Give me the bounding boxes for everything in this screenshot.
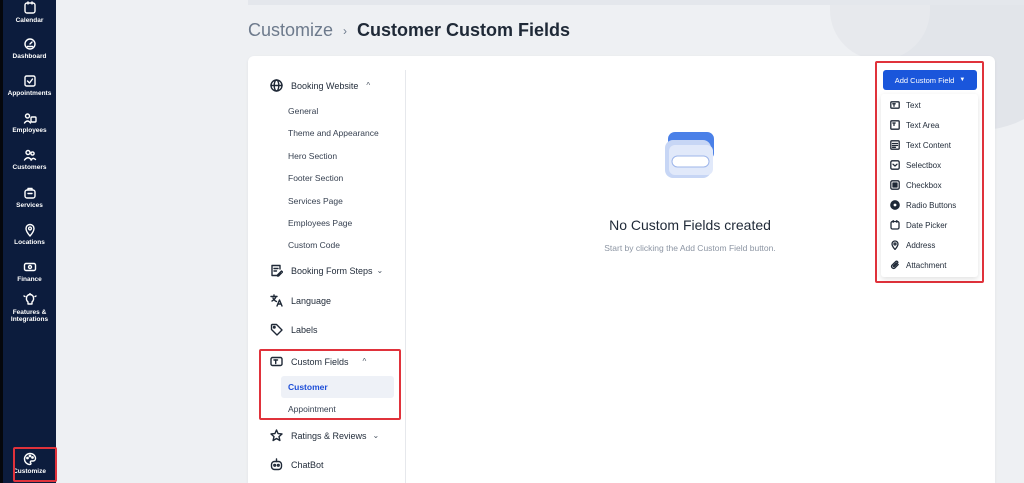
add-custom-field-button[interactable]: Add Custom Field ▼ bbox=[883, 70, 977, 90]
menu-item-label: Ratings & Reviews bbox=[291, 430, 367, 441]
selectbox-icon bbox=[890, 160, 900, 170]
field-type-label: Radio Buttons bbox=[906, 200, 957, 210]
date-picker-icon bbox=[890, 220, 900, 230]
address-pin-icon bbox=[891, 240, 899, 250]
menu-item-chatbot[interactable]: ChatBot bbox=[270, 458, 324, 471]
empty-state-subtitle: Start by clicking the Add Custom Field b… bbox=[604, 243, 776, 253]
sidebar-item-dashboard[interactable]: Dashboard bbox=[3, 37, 56, 60]
dashboard-icon bbox=[23, 38, 36, 50]
field-type-label: Date Picker bbox=[906, 220, 948, 230]
menu-item-ratings-reviews[interactable]: Ratings & Reviews ⌄ bbox=[270, 429, 379, 442]
sidebar-item-services[interactable]: Services bbox=[3, 186, 56, 209]
submenu-item-hero-section[interactable]: Hero Section bbox=[288, 151, 337, 161]
sidebar-item-label: Integrations bbox=[10, 316, 49, 323]
star-icon bbox=[270, 429, 283, 442]
chevron-down-icon: ⌄ bbox=[372, 431, 380, 440]
menu-item-label: ChatBot bbox=[291, 459, 324, 470]
page-title: Customer Custom Fields bbox=[357, 20, 571, 40]
text-content-icon bbox=[890, 140, 900, 150]
chevron-up-icon: ^ bbox=[366, 81, 371, 90]
empty-state-illustration bbox=[665, 132, 714, 178]
submenu-item-theme-appearance[interactable]: Theme and Appearance bbox=[288, 128, 379, 138]
tag-icon bbox=[270, 323, 283, 336]
customize-highlight-box bbox=[13, 447, 57, 482]
field-type-selectbox[interactable]: Selectbox bbox=[890, 160, 941, 170]
submenu-item-services-page[interactable]: Services Page bbox=[288, 196, 343, 206]
field-type-label: Text Area bbox=[906, 120, 940, 130]
features-icon bbox=[22, 293, 37, 305]
field-type-attachment[interactable]: Attachment bbox=[890, 260, 946, 270]
field-type-radio-buttons[interactable]: Radio Buttons bbox=[890, 200, 956, 210]
field-type-checkbox[interactable]: Checkbox bbox=[890, 180, 942, 190]
sidebar-item-label: Locations bbox=[14, 239, 45, 246]
menu-item-label: Booking Website bbox=[291, 80, 359, 91]
breadcrumb: Customize › Customer Custom Fields bbox=[248, 20, 570, 41]
field-type-label: Text bbox=[906, 100, 921, 110]
sidebar-item-appointments[interactable]: Appointments bbox=[3, 74, 56, 97]
sidebar-item-features-integrations[interactable]: Features & Integrations bbox=[3, 293, 56, 323]
chevron-down-icon: ⌄ bbox=[376, 266, 384, 275]
field-type-text-area[interactable]: Text Area bbox=[890, 120, 939, 130]
sidebar-item-label: Features & bbox=[12, 309, 47, 316]
sidebar-item-locations[interactable]: Locations bbox=[3, 223, 56, 246]
field-type-label: Checkbox bbox=[906, 180, 942, 190]
menu-divider bbox=[405, 70, 406, 483]
breadcrumb-parent[interactable]: Customize bbox=[248, 20, 333, 41]
sidebar-item-label: Employees bbox=[12, 127, 47, 134]
text-field-icon bbox=[890, 101, 900, 109]
sidebar-item-label: Customers bbox=[12, 164, 47, 171]
radio-icon bbox=[890, 200, 900, 210]
field-type-label: Text Content bbox=[906, 140, 951, 150]
custom-fields-highlight-box bbox=[259, 349, 401, 420]
attachment-icon bbox=[890, 260, 899, 270]
field-type-label: Attachment bbox=[906, 260, 947, 270]
sidebar-item-label: Finance bbox=[17, 276, 42, 283]
location-pin-icon bbox=[24, 223, 35, 237]
empty-state-title: No Custom Fields created bbox=[609, 217, 771, 233]
text-area-icon bbox=[890, 120, 900, 130]
sidebar: Calendar Dashboard Appointments Employee… bbox=[0, 0, 56, 483]
caret-down-icon: ▼ bbox=[959, 77, 966, 83]
field-type-label: Address bbox=[906, 240, 936, 250]
menu-item-booking-website[interactable]: Booking Website ^ bbox=[270, 79, 370, 92]
field-type-text-content[interactable]: Text Content bbox=[890, 140, 951, 150]
sidebar-item-label: Dashboard bbox=[12, 53, 47, 60]
submenu-item-custom-code[interactable]: Custom Code bbox=[288, 240, 340, 250]
sidebar-item-finance[interactable]: Finance bbox=[3, 260, 56, 283]
menu-item-labels[interactable]: Labels bbox=[270, 323, 318, 336]
employees-icon bbox=[23, 113, 37, 124]
sidebar-item-label: Services bbox=[16, 202, 43, 209]
breadcrumb-separator-icon: › bbox=[343, 23, 348, 38]
field-type-date-picker[interactable]: Date Picker bbox=[890, 220, 947, 230]
sidebar-item-employees[interactable]: Employees bbox=[3, 111, 56, 134]
customers-icon bbox=[23, 149, 36, 161]
menu-item-label: Language bbox=[291, 295, 332, 306]
menu-item-language[interactable]: Language bbox=[270, 294, 331, 307]
menu-item-label: Booking Form Steps bbox=[291, 265, 373, 276]
calendar-icon bbox=[23, 1, 36, 14]
finance-icon bbox=[23, 262, 36, 272]
add-custom-field-label: Add Custom Field bbox=[894, 75, 955, 85]
checkbox-icon bbox=[890, 180, 900, 190]
chatbot-icon bbox=[270, 458, 283, 471]
submenu-item-general[interactable]: General bbox=[288, 106, 318, 116]
top-panel-edge bbox=[248, 0, 1024, 5]
field-type-text[interactable]: Text bbox=[890, 100, 921, 110]
sidebar-item-label: Calendar bbox=[15, 17, 44, 24]
sidebar-item-customers[interactable]: Customers bbox=[3, 148, 56, 171]
field-type-label: Selectbox bbox=[906, 160, 942, 170]
menu-item-booking-form-steps[interactable]: Booking Form Steps ⌄ bbox=[270, 264, 383, 277]
sidebar-item-label: Appointments bbox=[7, 90, 52, 97]
services-icon bbox=[23, 187, 36, 199]
appointments-icon bbox=[23, 75, 36, 87]
field-type-address[interactable]: Address bbox=[890, 240, 935, 250]
menu-item-label: Labels bbox=[291, 324, 318, 335]
globe-icon bbox=[270, 79, 283, 92]
translate-icon bbox=[270, 294, 283, 307]
submenu-item-employees-page[interactable]: Employees Page bbox=[288, 218, 352, 228]
form-edit-icon bbox=[271, 264, 283, 277]
sidebar-item-calendar[interactable]: Calendar bbox=[3, 1, 56, 24]
submenu-item-footer-section[interactable]: Footer Section bbox=[288, 173, 343, 183]
